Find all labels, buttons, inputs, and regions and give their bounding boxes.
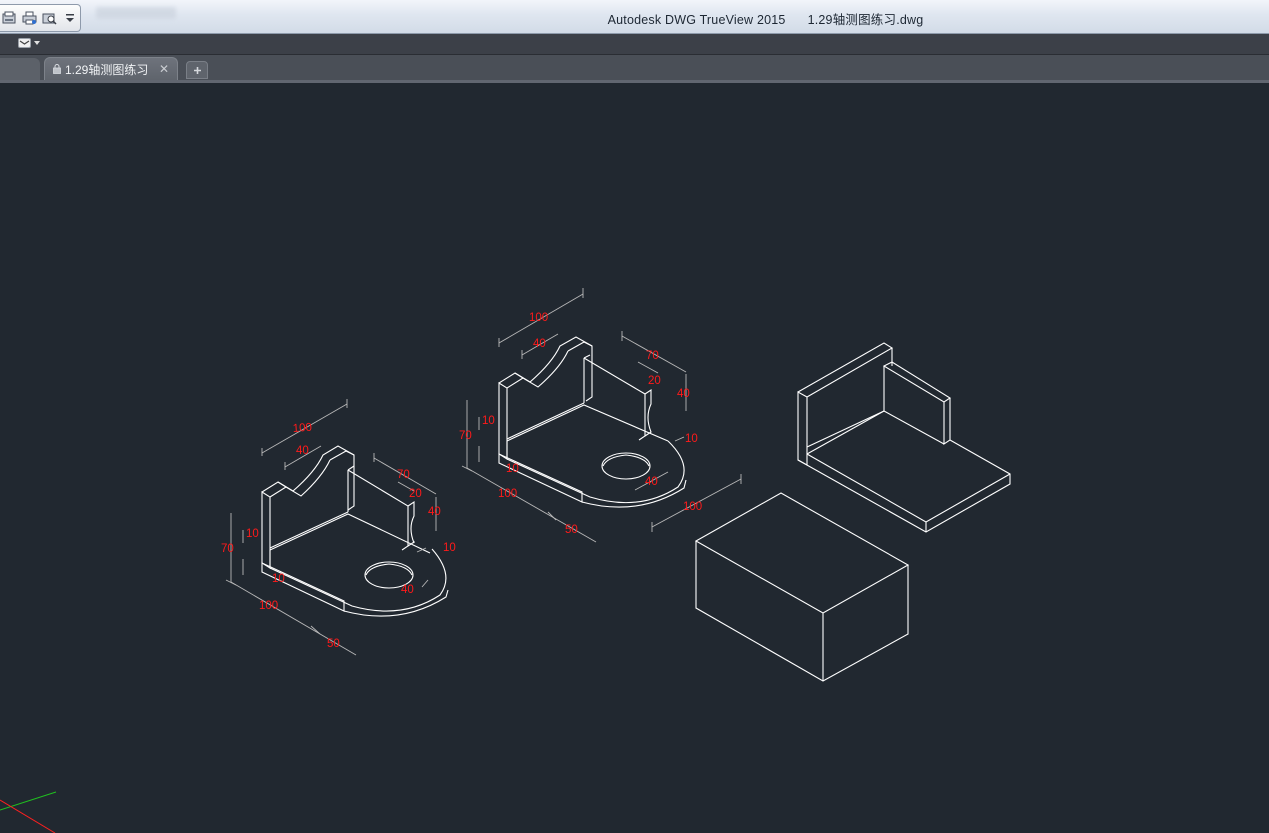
- dim-left-overall-height: 70: [221, 543, 234, 555]
- dim-left-base-inner: 10: [272, 573, 285, 585]
- dim-mid-lug-thickness: 10: [685, 433, 698, 445]
- file-tab-bar: 1.29轴测图练习 ✕: [0, 55, 1269, 83]
- dim-left-base-length: 100: [259, 600, 278, 612]
- dim-left-hole: 40: [401, 584, 414, 596]
- dim-left-base-end: 50: [327, 638, 340, 650]
- close-icon[interactable]: ✕: [159, 62, 169, 76]
- dim-left-right-height: 40: [428, 506, 441, 518]
- tab-scroll-area: [0, 58, 40, 80]
- dim-mid-hole: 40: [645, 476, 658, 488]
- dim-mid-right-height: 40: [677, 388, 690, 400]
- plus-icon: [193, 66, 201, 74]
- lock-icon: [53, 64, 61, 74]
- dim-left-plate-thickness: 10: [246, 528, 259, 540]
- tab-label: 1.29轴测图练习: [65, 62, 149, 77]
- dim-mid-right-inner: 20: [648, 375, 661, 387]
- chevron-down-icon: [34, 41, 40, 45]
- window-title: Autodesk DWG TrueView 2015 1.29轴测图练习.dwg: [0, 9, 1269, 28]
- app-name: Autodesk DWG TrueView 2015: [607, 13, 786, 27]
- dim-left-right-depth: 70: [397, 469, 410, 481]
- dim-mid-right-depth: 70: [646, 350, 659, 362]
- file-name: 1.29轴测图练习.dwg: [807, 13, 924, 27]
- title-bar: Autodesk DWG TrueView 2015 1.29轴测图练习.dwg: [0, 0, 1269, 34]
- dim-mid-overall-height: 70: [459, 430, 472, 442]
- dim-mid-plate-thickness: 10: [482, 415, 495, 427]
- dim-extra-length: 100: [683, 501, 702, 513]
- dim-mid-top-width: 100: [529, 312, 548, 324]
- dim-mid-base-inner: 10: [506, 463, 519, 475]
- dim-left-lug-thickness: 10: [443, 542, 456, 554]
- tab-drawing[interactable]: 1.29轴测图练习 ✕: [44, 57, 178, 80]
- dim-left-right-inner: 20: [409, 488, 422, 500]
- dim-mid-arc-width: 40: [533, 338, 546, 350]
- canvas-background: [0, 83, 1269, 833]
- dim-left-arc-width: 40: [296, 445, 309, 457]
- menu-bar: [0, 34, 1269, 55]
- app-menu-icon: [18, 38, 31, 48]
- dim-left-top-width: 100: [292, 422, 312, 435]
- app-menu-button[interactable]: [18, 38, 40, 48]
- dim-mid-base-length: 100: [498, 488, 517, 500]
- new-tab-button[interactable]: [186, 61, 208, 79]
- dim-mid-base-end: 50: [565, 524, 578, 536]
- model-space-canvas[interactable]: 100 40 70 20 40 10 70 10 100 50 10 40 10…: [0, 83, 1269, 833]
